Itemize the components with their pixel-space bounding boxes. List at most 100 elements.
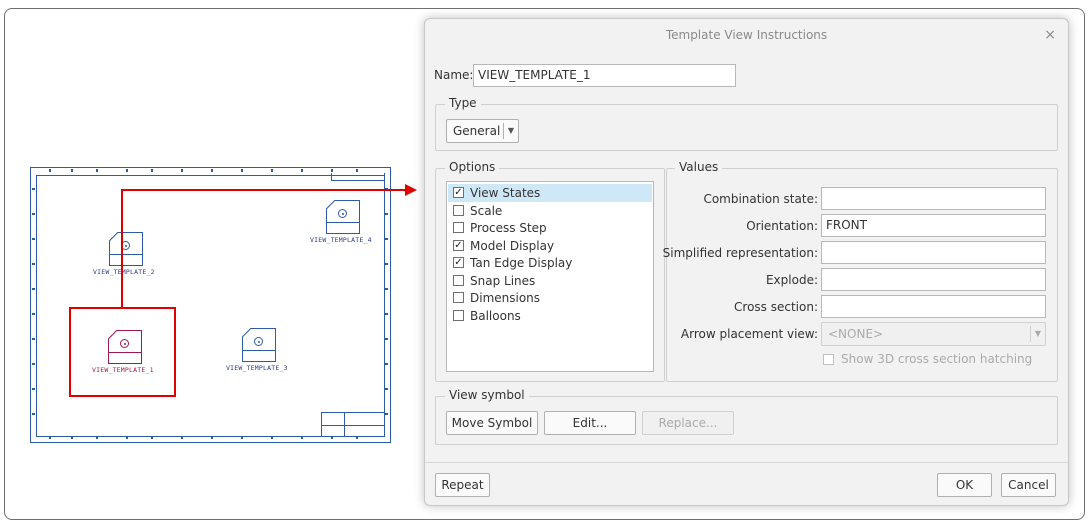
combination-state-input[interactable] [821, 187, 1046, 210]
dialog-title: Template View Instructions [665, 28, 828, 42]
type-select[interactable]: General ▼ [446, 119, 519, 143]
sheet-tick [385, 263, 388, 265]
options-group-title: Options [445, 160, 500, 174]
type-group [435, 104, 1058, 151]
view-label: VIEW_TEMPLATE_4 [310, 236, 372, 244]
options-list[interactable]: ✓ View States Scale Process Step ✓ Model D… [446, 181, 654, 372]
sheet-tick [181, 436, 183, 439]
callout-line [121, 189, 407, 191]
option-tan-edge-display[interactable]: ✓ Tan Edge Display [448, 254, 652, 272]
sheet-tick [71, 169, 73, 172]
checkbox[interactable] [453, 222, 464, 233]
sheet-tick [241, 436, 243, 439]
explode-label: Explode: [765, 273, 818, 287]
sheet-tick [32, 388, 35, 390]
replace-button[interactable]: Replace... [642, 411, 734, 435]
chevron-down-icon: ▼ [1034, 329, 1041, 338]
sheet-tick [385, 213, 388, 215]
cross-section-label: Cross section: [734, 300, 818, 314]
option-balloons[interactable]: Balloons [448, 307, 652, 325]
name-input[interactable]: VIEW_TEMPLATE_1 [473, 64, 736, 87]
option-dimensions[interactable]: Dimensions [448, 289, 652, 307]
view-label: VIEW_TEMPLATE_3 [226, 364, 288, 372]
view-symbol-icon [338, 209, 347, 218]
values-group-title: Values [675, 160, 723, 174]
sheet-tick [385, 338, 388, 340]
sheet-tick [32, 238, 35, 240]
sheet-tick [385, 413, 388, 415]
option-model-display[interactable]: ✓ Model Display [448, 237, 652, 255]
ok-button[interactable]: OK [937, 473, 992, 497]
option-scale[interactable]: Scale [448, 202, 652, 220]
sheet-tick [385, 238, 388, 240]
sheet-tick [385, 363, 388, 365]
explode-input[interactable] [821, 268, 1046, 291]
footer-divider [425, 462, 1068, 463]
orientation-input[interactable]: FRONT [821, 214, 1046, 237]
sheet-tick [96, 436, 98, 439]
sheet-tick [385, 313, 388, 315]
checkbox[interactable]: ✓ [453, 187, 464, 198]
sheet-tick [32, 413, 35, 415]
template-view-instructions-dialog: Template View Instructions × Name: VIEW_… [424, 18, 1069, 506]
arrow-placement-view-label: Arrow placement view: [680, 327, 818, 341]
sheet-tick [32, 213, 35, 215]
checkbox[interactable] [453, 292, 464, 303]
sheet-tick [301, 436, 303, 439]
cross-section-input[interactable] [821, 295, 1046, 318]
sheet-tick [241, 169, 243, 172]
edit-button[interactable]: Edit... [544, 411, 636, 435]
sheet-tick [271, 436, 273, 439]
chevron-down-icon: ▼ [507, 126, 514, 135]
name-label: Name: [434, 68, 474, 82]
sheet-tick [32, 188, 35, 190]
checkbox[interactable]: ✓ [453, 240, 464, 251]
sheet-tick [151, 169, 153, 172]
title-block [321, 412, 385, 437]
type-select-value: General [453, 124, 501, 138]
sheet-tick [181, 169, 183, 172]
type-group-title: Type [445, 96, 481, 110]
sheet-tick [32, 313, 35, 315]
option-process-step[interactable]: Process Step [448, 219, 652, 237]
view-label: VIEW_TEMPLATE_2 [93, 268, 155, 276]
show-hatching-checkbox[interactable] [823, 354, 834, 365]
sheet-tick [49, 436, 51, 439]
sheet-tick [32, 288, 35, 290]
close-icon[interactable]: × [1044, 19, 1056, 51]
sheet-tick [211, 169, 213, 172]
move-symbol-button[interactable]: Move Symbol [446, 411, 538, 435]
sheet-tick [126, 436, 128, 439]
sheet-tick [32, 363, 35, 365]
view-symbol-group-title: View symbol [445, 388, 529, 402]
combination-state-label: Combination state: [703, 192, 818, 206]
arrow-placement-view-select[interactable]: <NONE> ▼ [821, 322, 1046, 346]
sheet-tick [356, 169, 358, 172]
show-hatching-label: Show 3D cross section hatching [841, 352, 1033, 366]
sheet-tick [32, 263, 35, 265]
repeat-button[interactable]: Repeat [435, 473, 490, 497]
callout-arrow-icon [405, 184, 417, 196]
orientation-label: Orientation: [746, 219, 818, 233]
checkbox[interactable] [453, 310, 464, 321]
checkbox[interactable]: ✓ [453, 257, 464, 268]
sheet-tick [385, 388, 388, 390]
sheet-tick [49, 169, 51, 172]
sheet-tick [96, 169, 98, 172]
checkbox[interactable] [453, 275, 464, 286]
option-view-states[interactable]: ✓ View States [448, 184, 652, 202]
option-snap-lines[interactable]: Snap Lines [448, 272, 652, 290]
sheet-tick [356, 436, 358, 439]
sheet-tick [32, 338, 35, 340]
sheet-tick [211, 436, 213, 439]
view-symbol-icon [254, 337, 263, 346]
sheet-top-strip [331, 173, 385, 181]
simplified-representation-input[interactable] [821, 241, 1046, 264]
highlight-box [69, 307, 176, 397]
drawing-sheet[interactable]: VIEW_TEMPLATE_2 VIEW_TEMPLATE_4 VIEW_TEM… [30, 167, 391, 443]
sheet-tick [331, 436, 333, 439]
checkbox[interactable] [453, 205, 464, 216]
cancel-button[interactable]: Cancel [1001, 473, 1056, 497]
sheet-tick [385, 288, 388, 290]
sheet-tick [126, 169, 128, 172]
